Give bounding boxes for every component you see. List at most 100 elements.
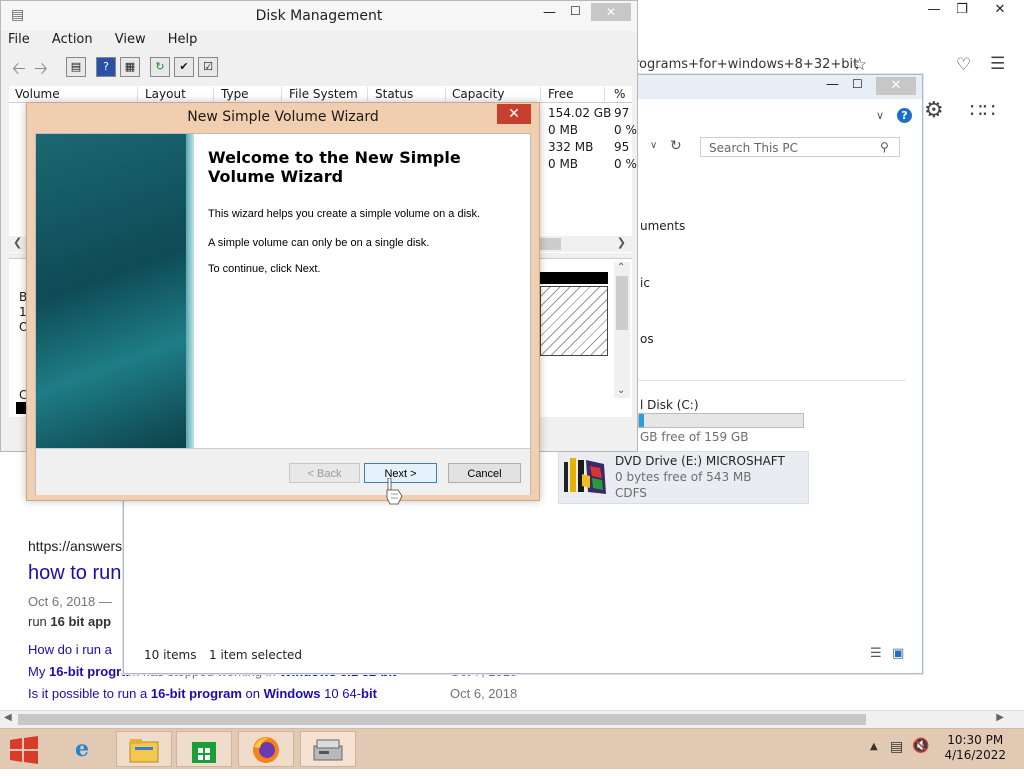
store-icon[interactable] <box>176 731 232 767</box>
refresh-icon[interactable]: ↻ <box>150 57 170 77</box>
scroll-right-icon[interactable]: ❯ <box>617 236 626 249</box>
disk-management-titlebar[interactable]: ▤ Disk Management — ☐ ✕ <box>1 1 637 31</box>
close-icon[interactable]: ✕ <box>876 77 916 95</box>
search-icon: ⚲ <box>880 140 889 154</box>
refresh-icon[interactable]: ↻ <box>670 138 682 154</box>
menu-view[interactable]: View <box>115 32 146 47</box>
help-icon[interactable]: ? <box>897 108 912 123</box>
wizard-side-banner <box>36 134 194 448</box>
scroll-up-icon[interactable]: ⌃ <box>617 262 625 273</box>
scroll-left-icon[interactable]: ❮ <box>13 236 22 249</box>
horizontal-scrollbar[interactable]: ◀ ▶ <box>0 710 1024 729</box>
nav-item-music[interactable]: ic <box>640 276 650 290</box>
row-2-free: 0 MB <box>548 123 579 137</box>
item-count: 10 items <box>144 648 197 662</box>
nav-item-videos[interactable]: os <box>640 332 654 346</box>
minimize-icon[interactable]: — <box>826 77 839 92</box>
close-icon[interactable]: ✕ <box>497 104 531 124</box>
new-simple-volume-wizard: New Simple Volume Wizard ✕ Welcome to th… <box>26 102 540 501</box>
search-input[interactable]: Search This PC <box>700 137 900 157</box>
maximize-icon[interactable]: ☐ <box>852 77 863 91</box>
volume-muted-icon[interactable]: 🔇 <box>912 738 929 754</box>
dvd-drive-label: DVD Drive (E:) MICROSHAFT <box>615 454 785 468</box>
back-button[interactable]: < Back <box>289 463 360 483</box>
restore-icon[interactable]: ❐ <box>942 0 982 22</box>
back-arrow-icon[interactable]: 🡠 <box>12 56 26 85</box>
partition-header-bar <box>538 272 608 284</box>
internet-explorer-icon[interactable]: e <box>54 731 110 767</box>
row-4-pct: 0 % <box>614 157 637 171</box>
drive-c-usage-bar <box>638 413 804 428</box>
star-icon[interactable]: ☆ <box>852 55 867 75</box>
col-file-system[interactable]: File System <box>289 87 368 101</box>
close-icon[interactable]: ✕ <box>591 3 631 21</box>
chevron-down-icon[interactable]: ∨ <box>876 109 884 122</box>
toolbar: 🡠 🡢 ▤ ? ▦ ↻ ✔ ☑ <box>8 54 632 80</box>
network-icon[interactable]: ▤ <box>890 739 903 755</box>
scrollbar-thumb[interactable] <box>539 238 561 250</box>
help-icon[interactable]: ? <box>96 57 116 77</box>
row-3-pct: 95 <box>614 140 630 154</box>
menu-help[interactable]: Help <box>168 32 198 47</box>
wizard-title[interactable]: New Simple Volume Wizard <box>27 103 539 131</box>
firefox-icon[interactable] <box>238 731 294 767</box>
row-3-free: 332 MB <box>548 140 594 154</box>
file-explorer-icon[interactable] <box>116 731 172 767</box>
gear-icon[interactable]: ⚙ <box>924 98 944 123</box>
wizard-heading: Welcome to the New Simple Volume Wizard <box>208 148 461 186</box>
details-view-icon[interactable]: ☰ <box>870 646 882 661</box>
drive-c-label[interactable]: l Disk (C:) <box>640 398 699 412</box>
show-hidden-icons-icon[interactable]: ▲ <box>870 741 878 752</box>
related-date-3: Oct 6, 2018 <box>450 686 518 701</box>
col-volume[interactable]: Volume <box>15 87 138 101</box>
minimize-icon[interactable]: — <box>543 5 556 20</box>
menu-action[interactable]: Action <box>52 32 93 47</box>
divider <box>638 380 906 381</box>
menu-icon[interactable]: ☰ <box>990 54 1005 74</box>
scroll-down-icon[interactable]: ⌄ <box>617 385 625 396</box>
dvd-drive-fs: CDFS <box>615 486 647 500</box>
scrollbar-thumb[interactable] <box>18 714 866 725</box>
selected-unallocated-partition[interactable] <box>540 286 608 356</box>
apps-grid-icon[interactable]: ∷∷ <box>970 98 995 122</box>
clock-date: 4/16/2022 <box>944 748 1006 762</box>
maximize-icon[interactable]: ☐ <box>570 4 581 18</box>
col-type[interactable]: Type <box>221 87 282 101</box>
disk-management-taskbar-icon[interactable] <box>300 731 356 767</box>
wizard-button-bar: < Back Next > Cancel <box>36 448 530 495</box>
col-layout[interactable]: Layout <box>145 87 214 101</box>
clock[interactable]: 10:30 PM 4/16/2022 <box>944 733 1006 763</box>
close-icon[interactable]: ✕ <box>980 0 1020 22</box>
properties-icon[interactable]: ▦ <box>120 57 140 77</box>
chevron-down-icon[interactable]: ∨ <box>650 140 657 151</box>
forward-arrow-icon[interactable]: 🡢 <box>34 56 48 85</box>
scroll-left-icon[interactable]: ◀ <box>4 712 12 723</box>
scroll-right-icon[interactable]: ▶ <box>996 712 1004 723</box>
row-4-free: 0 MB <box>548 157 579 171</box>
scrollbar-thumb[interactable] <box>616 276 628 330</box>
menu-file[interactable]: File <box>8 32 30 47</box>
menu-bar: File Action View Help <box>8 32 632 52</box>
address-bar-text[interactable]: rograms+for+windows+8+32+bit <box>634 54 880 76</box>
wizard-body: Welcome to the New Simple Volume Wizard … <box>35 133 531 495</box>
col-capacity[interactable]: Capacity <box>452 87 541 101</box>
volume-list-header: Volume Layout Type File System Status Ca… <box>9 86 632 115</box>
large-icons-view-icon[interactable]: ▣ <box>892 646 904 661</box>
dvd-drive-icon <box>562 454 610 500</box>
row-1-pct: 97 <box>614 106 630 120</box>
check-icon[interactable]: ☑ <box>198 57 218 77</box>
cancel-button[interactable]: Cancel <box>448 463 521 483</box>
selection-count: 1 item selected <box>209 648 303 662</box>
graph-vscrollbar[interactable]: ⌃ ⌄ <box>614 262 630 398</box>
col-status[interactable]: Status <box>375 87 446 101</box>
result-title[interactable]: how to run <box>28 562 121 585</box>
related-link-1[interactable]: How do i run a <box>28 642 112 657</box>
start-button-icon[interactable] <box>2 731 46 767</box>
pocket-icon[interactable]: ♡ <box>956 55 971 75</box>
rescan-icon[interactable]: ✔ <box>174 57 194 77</box>
console-tree-icon[interactable]: ▤ <box>66 57 86 77</box>
row-1-free: 154.02 GB <box>548 106 612 120</box>
nav-item-documents[interactable]: uments <box>640 219 685 233</box>
related-link-3[interactable]: Is it possible to run a 16-bit program o… <box>28 686 377 701</box>
result-snippet: run 16 bit app <box>28 614 112 629</box>
